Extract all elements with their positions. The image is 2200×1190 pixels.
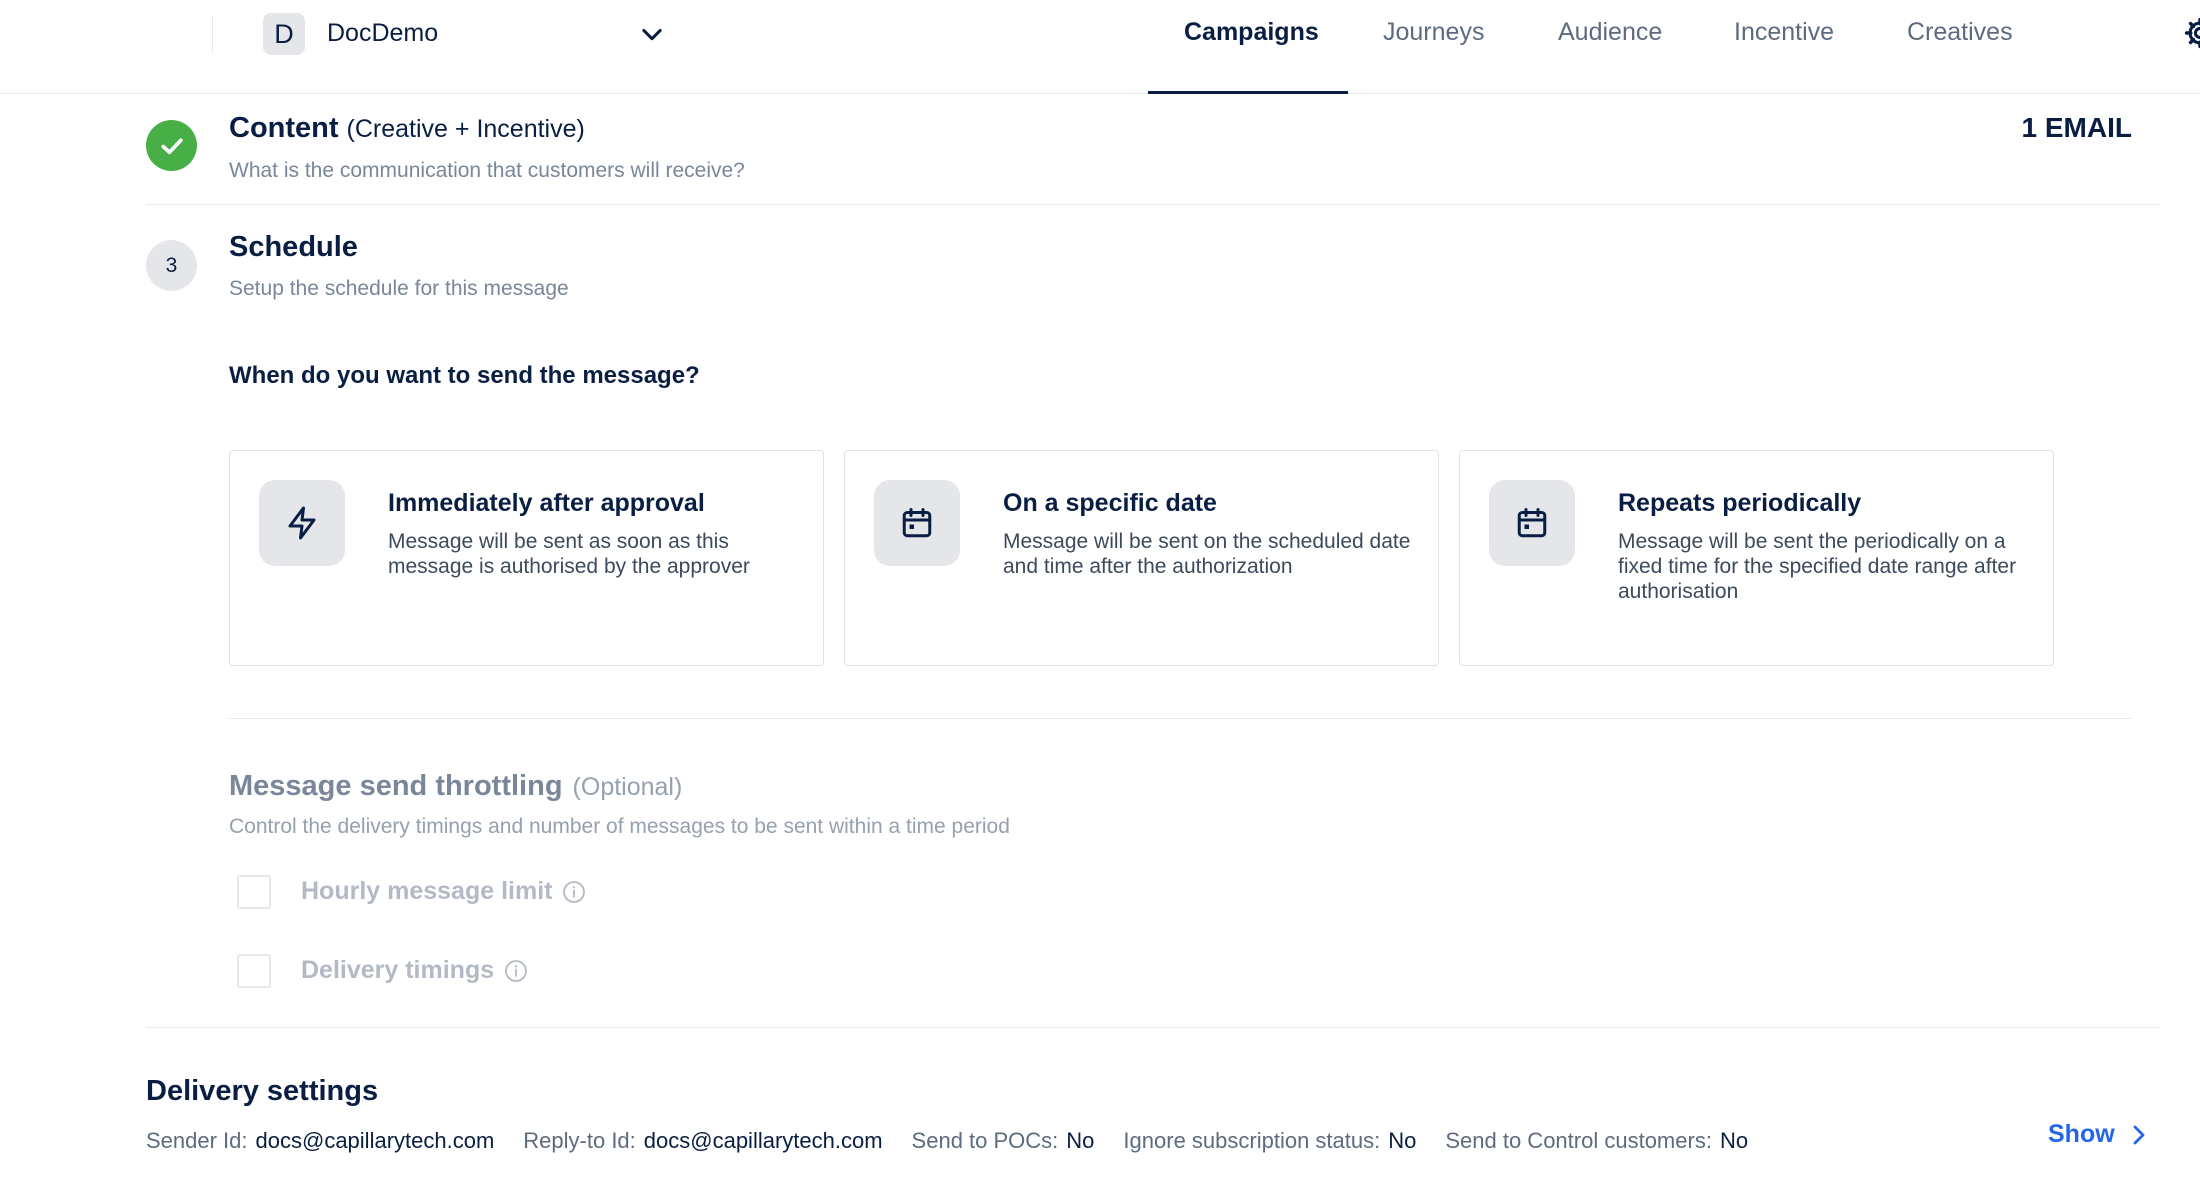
tab-campaigns[interactable]: Campaigns <box>1184 18 1319 47</box>
schedule-step-title: Schedule <box>229 231 358 263</box>
option-description: Message will be sent as soon as this mes… <box>388 530 750 578</box>
send-to-control-value: No <box>1719 1128 1749 1153</box>
send-to-pocs-label: Send to POCs: <box>911 1128 1059 1153</box>
option-icon-box <box>1489 480 1575 566</box>
check-icon <box>160 138 183 154</box>
option-icon-box <box>874 480 960 566</box>
delivery-settings-summary: Sender Id: docs@capillarytech.com Reply-… <box>146 1128 1777 1154</box>
calendar-icon <box>1517 508 1547 538</box>
lightning-icon <box>288 506 316 540</box>
hourly-limit-checkbox[interactable] <box>237 875 271 909</box>
show-link-text: Show <box>2048 1120 2115 1148</box>
checkbox-label-text: Delivery timings <box>301 956 495 984</box>
throttling-subtitle: Control the delivery timings and number … <box>229 815 1010 838</box>
org-name[interactable]: DocDemo <box>327 19 438 48</box>
checkbox-label-text: Hourly message limit <box>301 877 553 905</box>
active-tab-indicator <box>1148 91 1348 94</box>
calendar-icon <box>902 508 932 538</box>
content-title-text: Content <box>229 112 339 144</box>
option-description: Message will be sent the periodically on… <box>1618 530 2017 603</box>
delivery-timings-label: Delivery timings <box>301 956 528 985</box>
divider <box>146 204 2160 205</box>
tab-audience[interactable]: Audience <box>1558 18 1662 47</box>
content-step-title[interactable]: Content (Creative + Incentive) <box>229 112 585 145</box>
top-header: D DocDemo Campaigns Journeys Audience In… <box>0 0 2200 94</box>
delivery-timings-checkbox[interactable] <box>237 954 271 988</box>
schedule-step-subtitle: Setup the schedule for this message <box>229 277 569 300</box>
optional-tag: (Optional) <box>572 773 683 801</box>
divider <box>229 718 2132 719</box>
info-icon[interactable] <box>504 959 528 983</box>
reply-to-value: docs@capillarytech.com <box>643 1128 883 1153</box>
option-description: Message will be sent on the scheduled da… <box>1003 530 1411 578</box>
tab-incentive[interactable]: Incentive <box>1734 18 1834 47</box>
header-divider <box>212 16 213 52</box>
campaign-editor: D DocDemo Campaigns Journeys Audience In… <box>0 0 2200 1190</box>
option-title: Repeats periodically <box>1618 489 1862 517</box>
content-summary: 1 EMAIL <box>2021 112 2132 143</box>
info-icon[interactable] <box>562 880 586 904</box>
option-specific-date[interactable]: On a specific date Message will be sent … <box>844 450 1439 666</box>
gear-icon[interactable] <box>2183 16 2200 50</box>
delivery-settings-title: Delivery settings <box>146 1075 379 1107</box>
send-time-question: When do you want to send the message? <box>229 362 700 389</box>
chevron-down-icon[interactable] <box>638 20 666 48</box>
tab-creatives[interactable]: Creatives <box>1907 18 2013 47</box>
reply-to-label: Reply-to Id: <box>523 1128 636 1153</box>
chevron-right-icon <box>2133 1125 2145 1144</box>
step-complete-badge <box>146 120 197 171</box>
ignore-subscription-value: No <box>1388 1128 1417 1153</box>
tab-journeys[interactable]: Journeys <box>1383 18 1484 47</box>
send-to-pocs-value: No <box>1066 1128 1095 1153</box>
sender-id-value: docs@capillarytech.com <box>255 1128 495 1153</box>
content-step-subtitle: What is the communication that customers… <box>229 159 745 182</box>
sender-id-label: Sender Id: <box>146 1128 248 1153</box>
step-number-badge: 3 <box>146 240 197 291</box>
hourly-limit-label: Hourly message limit <box>301 877 586 906</box>
throttling-title: Message send throttling (Optional) <box>229 770 682 803</box>
send-to-control-label: Send to Control customers: <box>1445 1128 1712 1153</box>
option-icon-box <box>259 480 345 566</box>
org-avatar[interactable]: D <box>263 13 305 55</box>
divider <box>146 1027 2160 1028</box>
option-immediately[interactable]: Immediately after approval Message will … <box>229 450 824 666</box>
content-title-extra: (Creative + Incentive) <box>346 115 585 143</box>
throttling-title-text: Message send throttling <box>229 770 563 802</box>
option-repeats-periodically[interactable]: Repeats periodically Message will be sen… <box>1459 450 2054 666</box>
option-title: Immediately after approval <box>388 489 705 517</box>
option-title: On a specific date <box>1003 489 1217 517</box>
show-delivery-settings-link[interactable]: Show <box>2048 1120 2149 1149</box>
ignore-subscription-label: Ignore subscription status: <box>1123 1128 1381 1153</box>
